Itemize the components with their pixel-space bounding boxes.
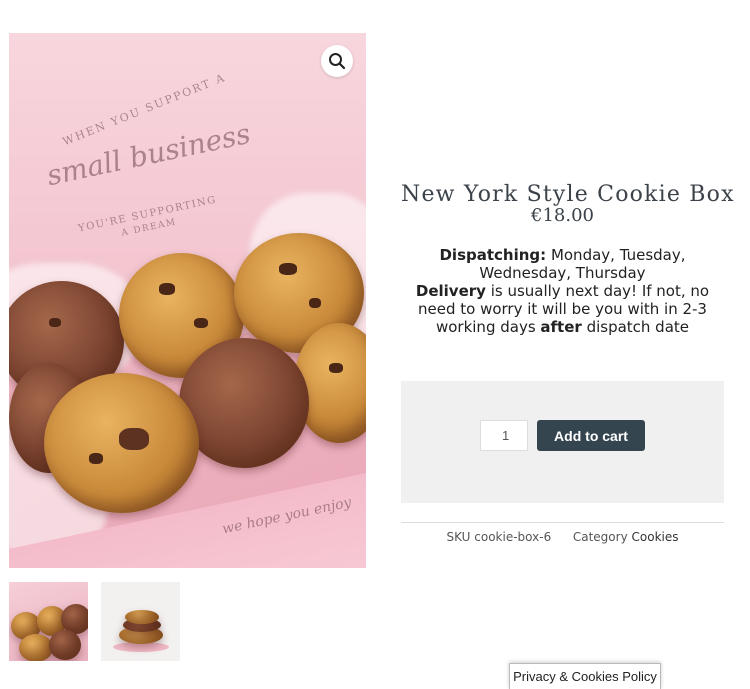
cookie [19, 634, 53, 661]
chocolate-chip [309, 298, 321, 308]
zoom-button[interactable] [321, 45, 353, 77]
product-meta: SKU cookie-box-6 Category Cookies [401, 530, 724, 544]
cookie [125, 610, 159, 624]
add-to-cart-panel: Add to cart [401, 381, 724, 503]
chocolate-chip [159, 283, 175, 295]
sku-value: cookie-box-6 [474, 530, 552, 544]
category-label: Category [572, 530, 628, 544]
add-to-cart-button[interactable]: Add to cart [537, 420, 645, 451]
thumbnail-cookie-box[interactable] [9, 582, 88, 661]
product-title: New York Style Cookie Box [401, 182, 735, 207]
cookie [49, 630, 81, 660]
product-price: €18.00 [531, 205, 594, 226]
meta-divider [401, 522, 724, 523]
thumbnail-cookie-stack[interactable] [101, 582, 180, 661]
privacy-policy-tab[interactable]: Privacy & Cookies Policy [509, 663, 661, 689]
sku-label: SKU [446, 530, 471, 544]
delivery-label: Delivery [415, 282, 486, 300]
chocolate-chip [194, 318, 208, 328]
after-text: dispatch date [581, 318, 690, 336]
chocolate-chip [279, 263, 297, 275]
chocolate-chip [329, 363, 343, 373]
product-description: Dispatching: Monday, Tuesday, Wednesday,… [401, 246, 724, 336]
quantity-input[interactable] [480, 420, 528, 451]
chocolate-chip [119, 428, 149, 450]
magnifier-icon [329, 53, 346, 70]
product-main-image[interactable]: WHEN YOU SUPPORT A small business YOU'RE… [9, 33, 366, 568]
chocolate-chip [89, 453, 103, 464]
dispatching-label: Dispatching: [439, 246, 547, 264]
chocolate-chip [49, 318, 61, 327]
category-link[interactable]: Cookies [632, 530, 679, 544]
after-label: after [540, 318, 582, 336]
